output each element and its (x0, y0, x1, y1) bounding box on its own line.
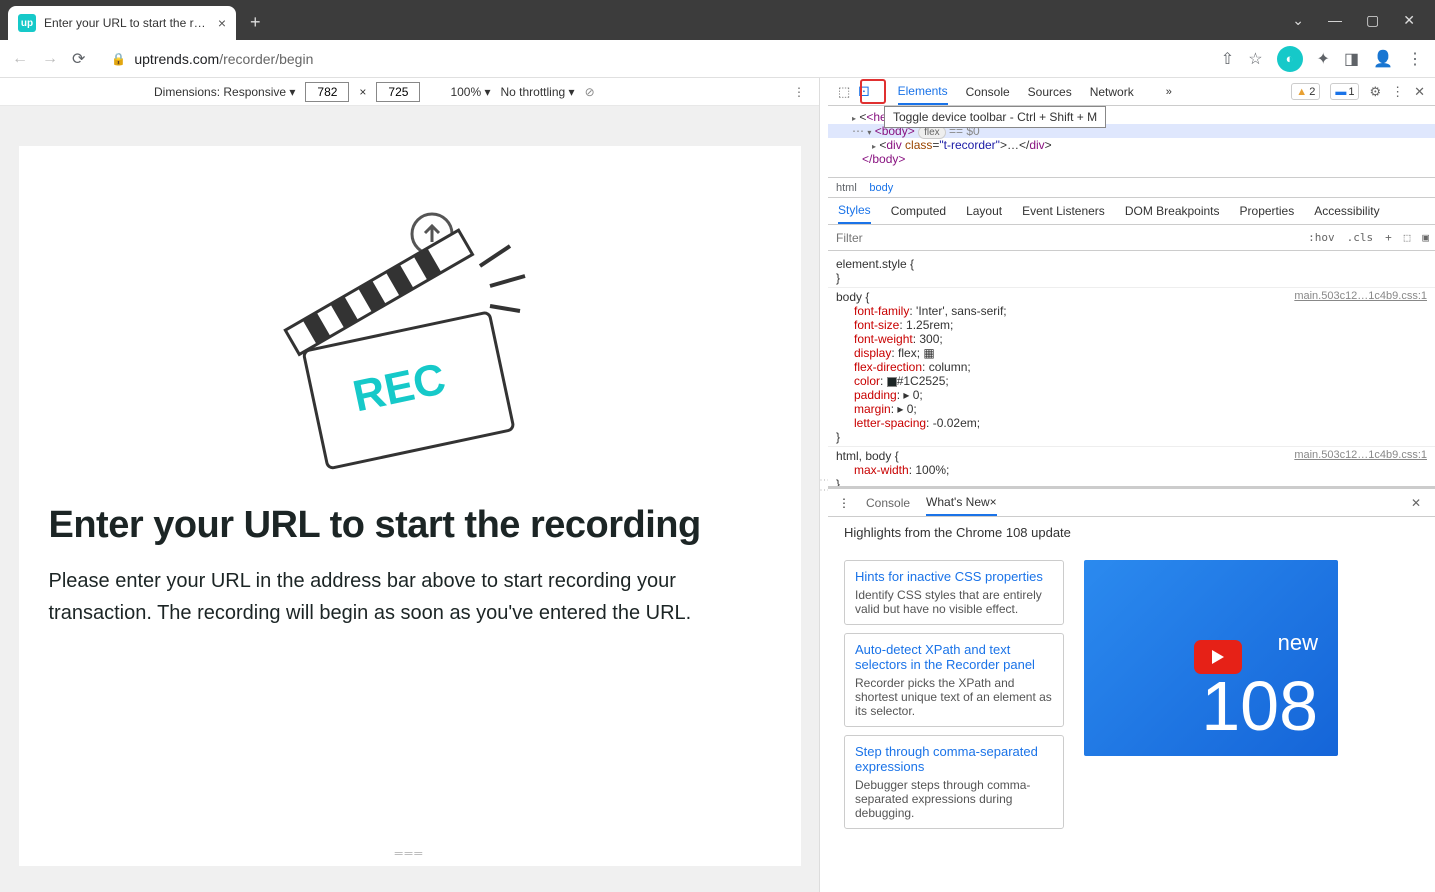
styles-filter-input[interactable] (828, 231, 1302, 245)
tab-event-listeners[interactable]: Event Listeners (1022, 204, 1105, 218)
highlights-heading: Highlights from the Chrome 108 update (844, 525, 1419, 540)
whatsnew-card[interactable]: Step through comma-separated expressions… (844, 735, 1064, 829)
chrome-menu-icon[interactable]: ⋮ (1407, 49, 1423, 69)
profile-icon[interactable]: 👤 (1373, 49, 1393, 69)
extensions-icon[interactable]: ✦ (1317, 49, 1330, 69)
lock-icon: 🔒 (111, 52, 126, 66)
page-heading: Enter your URL to start the recording (49, 504, 771, 547)
device-toolbar: Dimensions: Responsive ▾ × 100% ▾ No thr… (0, 78, 819, 106)
css-rules[interactable]: element.style { } main.503c12…1c4b9.css:… (828, 251, 1435, 487)
share-icon[interactable]: ⇧ (1221, 49, 1234, 69)
devtools-menu-icon[interactable]: ⋮ (1391, 84, 1404, 100)
toggle-icon[interactable]: ▣ (1416, 231, 1435, 244)
hov-button[interactable]: :hov (1302, 231, 1341, 244)
devtools-close-icon[interactable]: ✕ (1414, 84, 1425, 100)
minimize-icon[interactable]: ― (1328, 12, 1342, 29)
whatsnew-card[interactable]: Auto-detect XPath and text selectors in … (844, 633, 1064, 727)
drawer-tab-whatsnew[interactable]: What's New × (926, 489, 997, 516)
rotate-icon[interactable]: ⊘ (585, 85, 595, 99)
device-icon[interactable]: ⬚ (1398, 231, 1417, 244)
sidepanel-icon[interactable]: ◨ (1344, 49, 1359, 69)
tab-network[interactable]: Network (1090, 78, 1134, 105)
pane-resize-handle[interactable]: ⋮⋮ (820, 78, 828, 892)
warnings-badge[interactable]: ▲2 (1291, 83, 1320, 100)
tab-accessibility[interactable]: Accessibility (1314, 204, 1379, 218)
resize-handle-icon[interactable]: ═══ (395, 848, 424, 860)
issues-badge[interactable]: ▬1 (1330, 83, 1359, 100)
tab-computed[interactable]: Computed (891, 204, 946, 218)
dom-breadcrumb[interactable]: html body (828, 178, 1435, 198)
tooltip: Toggle device toolbar - Ctrl + Shift + M (884, 106, 1106, 128)
page-body: Please enter your URL in the address bar… (49, 565, 771, 629)
tab-console[interactable]: Console (966, 78, 1010, 105)
dimensions-select[interactable]: Dimensions: Responsive ▾ (154, 85, 295, 99)
device-toolbar-menu-icon[interactable]: ⋮ (793, 85, 805, 99)
tab-layout[interactable]: Layout (966, 204, 1002, 218)
tab-title: Enter your URL to start the recor (44, 16, 210, 30)
whatsnew-card[interactable]: Hints for inactive CSS properties Identi… (844, 560, 1064, 625)
settings-icon[interactable]: ⚙ (1369, 84, 1381, 100)
extension-uptrends-icon[interactable]: ◐ (1277, 46, 1303, 72)
device-toggle-icon[interactable]: ⚀ (858, 84, 869, 100)
add-rule-button[interactable]: + (1379, 231, 1398, 244)
drawer-close-icon[interactable]: ✕ (1411, 496, 1425, 510)
tab-close-icon[interactable]: × (218, 15, 226, 31)
drawer-tab-console[interactable]: Console (866, 496, 910, 510)
tab-properties[interactable]: Properties (1240, 204, 1295, 218)
recorder-page: REC Enter your URL to start the recordin… (19, 146, 801, 866)
browser-tab[interactable]: up Enter your URL to start the recor × (8, 6, 236, 40)
maximize-icon[interactable]: ▢ (1366, 12, 1379, 29)
inspect-icon[interactable]: ⬚ (838, 84, 850, 100)
width-input[interactable] (305, 82, 349, 102)
zoom-select[interactable]: 100% ▾ (450, 85, 490, 99)
close-window-icon[interactable]: ✕ (1403, 12, 1415, 29)
back-icon[interactable]: ← (12, 50, 28, 68)
drawer-menu-icon[interactable]: ⋮ (838, 496, 850, 510)
reload-icon[interactable]: ⟳ (72, 49, 85, 69)
cls-button[interactable]: .cls (1341, 231, 1380, 244)
throttle-select[interactable]: No throttling ▾ (501, 85, 575, 99)
bookmark-icon[interactable]: ☆ (1248, 49, 1262, 69)
favicon: up (18, 14, 36, 32)
tab-elements[interactable]: Elements (898, 78, 948, 105)
new-tab-button[interactable]: + (250, 12, 261, 33)
address-bar[interactable]: 🔒 uptrends.com/recorder/begin (99, 44, 1206, 74)
tab-dom-breakpoints[interactable]: DOM Breakpoints (1125, 204, 1220, 218)
promo-video[interactable]: new 108 (1084, 560, 1338, 756)
tab-styles[interactable]: Styles (838, 198, 871, 224)
tab-sources[interactable]: Sources (1028, 78, 1072, 105)
more-tabs-icon[interactable]: » (1166, 86, 1172, 98)
chevron-down-icon[interactable]: ⌄ (1292, 12, 1304, 29)
close-tab-icon[interactable]: × (990, 495, 997, 509)
source-link[interactable]: main.503c12…1c4b9.css:1 (1294, 290, 1427, 302)
forward-icon[interactable]: → (42, 50, 58, 68)
height-input[interactable] (376, 82, 420, 102)
